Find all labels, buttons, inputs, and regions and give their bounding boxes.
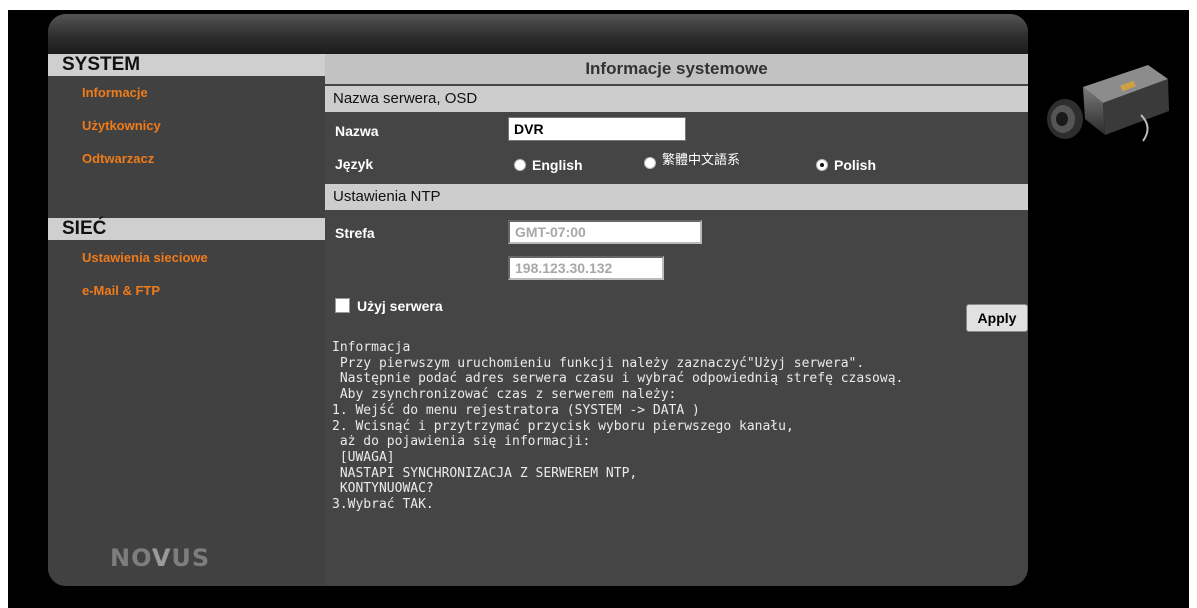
- info-line: 2. Wcisnąć i przytrzymać przycisk wyboru…: [332, 418, 794, 434]
- info-line: 1. Wejść do menu rejestratora (SYSTEM ->…: [332, 402, 700, 418]
- info-line: Przy pierwszym uruchomieniu funkcji nale…: [332, 355, 865, 371]
- info-line: Następnie podać adres serwera czasu i wy…: [332, 371, 904, 387]
- sidebar-item-odtwarzacz[interactable]: Odtwarzacz: [82, 151, 154, 166]
- info-line: aż do pojawienia się informacji:: [332, 434, 591, 450]
- sidebar-heading-system: SYSTEM: [48, 54, 325, 76]
- use-server-label: Użyj serwera: [357, 298, 443, 314]
- sidebar-heading-network: SIEĆ: [48, 218, 325, 240]
- language-english-label: English: [532, 157, 583, 173]
- info-line: [UWAGA]: [332, 449, 395, 465]
- language-chinese-label: 繁體中文語系: [662, 152, 741, 168]
- name-label: Nazwa: [335, 123, 379, 139]
- logo-part: NO: [110, 544, 152, 572]
- zone-label: Strefa: [335, 225, 375, 241]
- info-text: Informacja Przy pierwszym uruchomieniu f…: [332, 340, 903, 513]
- info-line: KONTYNUOWAC?: [332, 481, 434, 497]
- apply-button[interactable]: Apply: [966, 304, 1028, 332]
- language-label: Język: [335, 156, 374, 172]
- server-section-heading: Nazwa serwera, OSD: [325, 86, 1028, 112]
- page-background: SYSTEM Informacje Użytkownicy Odtwarzacz…: [8, 10, 1189, 608]
- radio-chinese[interactable]: [644, 157, 656, 169]
- radio-english[interactable]: [514, 159, 526, 171]
- info-line: 3.Wybrać TAK.: [332, 497, 434, 513]
- language-option-polish[interactable]: Polish: [816, 157, 876, 173]
- info-line: Informacja: [332, 340, 411, 355]
- top-bar: [48, 14, 1028, 54]
- main-panel: SYSTEM Informacje Użytkownicy Odtwarzacz…: [48, 14, 1028, 586]
- sidebar: SYSTEM Informacje Użytkownicy Odtwarzacz…: [48, 54, 325, 586]
- sidebar-item-uzytkownicy[interactable]: Użytkownicy: [82, 118, 161, 133]
- logo-part: V: [151, 544, 172, 572]
- sidebar-item-email-ftp[interactable]: e-Mail & FTP: [82, 283, 160, 298]
- camera-icon: [1047, 65, 1169, 142]
- language-option-chinese[interactable]: 繁體中文語系: [644, 153, 740, 169]
- radio-polish-selected[interactable]: [816, 159, 828, 171]
- logo-part: US: [171, 544, 211, 572]
- info-line: Aby zsynchronizować czas z serwerem nale…: [332, 387, 677, 403]
- language-polish-label: Polish: [834, 157, 877, 173]
- page-title: Informacje systemowe: [325, 54, 1028, 84]
- main-content: Informacje systemowe Nazwa serwera, OSD …: [325, 54, 1028, 586]
- sidebar-item-informacje[interactable]: Informacje: [82, 85, 148, 100]
- ntp-section-heading: Ustawienia NTP: [325, 184, 1028, 210]
- server-name-input[interactable]: [508, 117, 686, 141]
- language-option-english[interactable]: English: [514, 157, 583, 173]
- use-server-checkbox[interactable]: [335, 298, 350, 313]
- info-line: NASTAPI SYNCHRONIZACJA Z SERWEREM NTP,: [332, 465, 638, 481]
- novus-logo: NOVUS: [110, 544, 210, 572]
- timezone-input[interactable]: [508, 220, 702, 244]
- ntp-server-input[interactable]: [508, 256, 664, 280]
- sidebar-item-network-settings[interactable]: Ustawienia sieciowe: [82, 250, 208, 265]
